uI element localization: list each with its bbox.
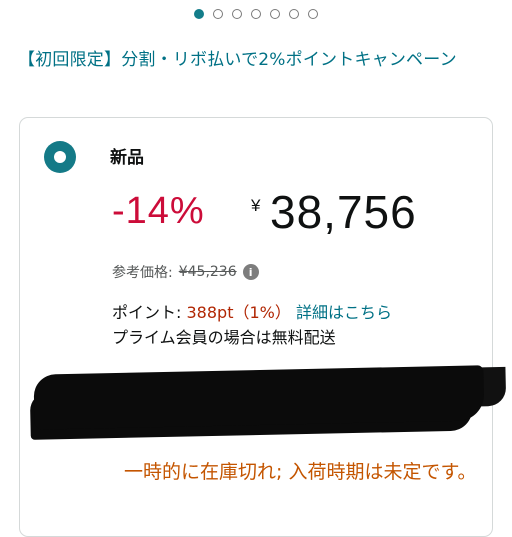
carousel-dot-1[interactable] bbox=[194, 9, 204, 19]
carousel-dot-5[interactable] bbox=[270, 9, 280, 19]
shipping-note: プライム会員の場合は無料配送 bbox=[112, 328, 336, 347]
stock-status: 一時的に在庫切れ; 入荷時期は未定です。 bbox=[124, 461, 477, 483]
info-icon[interactable]: i bbox=[242, 264, 259, 280]
carousel-indicator bbox=[0, 9, 512, 19]
carousel-dot-6[interactable] bbox=[289, 9, 299, 19]
points-label: ポイント: bbox=[112, 303, 182, 322]
reference-price-label: 参考価格: bbox=[112, 265, 173, 281]
carousel-dot-7[interactable] bbox=[308, 9, 318, 19]
price: 38,756 bbox=[270, 186, 417, 238]
points-details-link[interactable]: 詳細はこちら bbox=[296, 303, 392, 322]
offer-condition: 新品 bbox=[110, 148, 144, 168]
currency-symbol: ¥ bbox=[251, 196, 261, 215]
promo-link[interactable]: 【初回限定】分割・リボ払いで2%ポイントキャンペーン bbox=[18, 46, 478, 74]
carousel-dot-2[interactable] bbox=[213, 9, 223, 19]
radio-selected-icon[interactable] bbox=[44, 141, 76, 173]
carousel-dot-3[interactable] bbox=[232, 9, 242, 19]
redaction-mark bbox=[33, 365, 485, 430]
discount-percent: -14% bbox=[112, 190, 205, 232]
offer-card[interactable]: 新品 -14% ¥ 38,756 参考価格: ¥45,236 i ポイント: 3… bbox=[19, 117, 493, 537]
carousel-dot-4[interactable] bbox=[251, 9, 261, 19]
reference-price: ¥45,236 bbox=[178, 264, 237, 280]
points-row: ポイント: 388pt（1%） 詳細はこちら bbox=[112, 299, 392, 323]
reference-price-row: 参考価格: ¥45,236 i bbox=[112, 262, 259, 282]
points-value: 388pt（1%） bbox=[186, 303, 291, 322]
